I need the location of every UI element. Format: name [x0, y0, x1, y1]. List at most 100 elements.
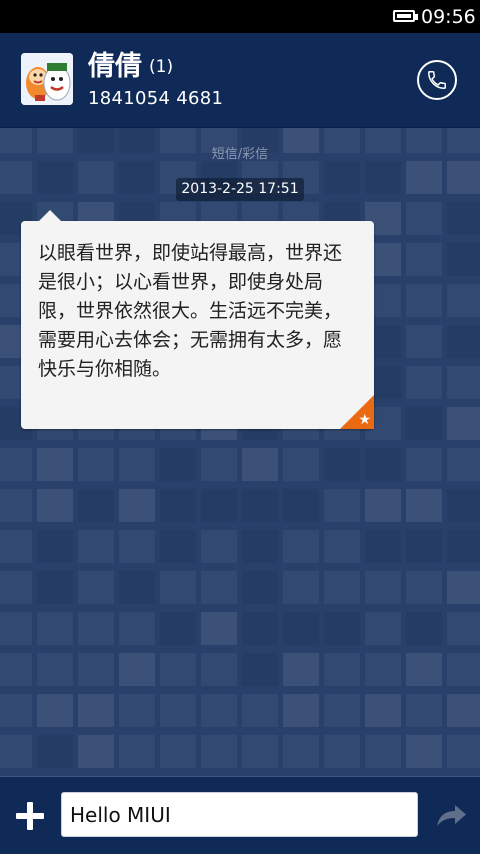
- background-tile: [406, 448, 442, 481]
- call-button[interactable]: [417, 60, 457, 100]
- message-thread[interactable]: 短信/彩信 2013-2-25 17:51 以眼看世界，即使站得最高，世界还是很…: [0, 128, 480, 776]
- status-bar: 09:56: [0, 0, 480, 33]
- contact-name: 倩倩: [88, 51, 142, 82]
- background-tile: [406, 243, 442, 276]
- background-tile: [324, 612, 360, 645]
- background-tile: [37, 571, 73, 604]
- background-tile: [119, 735, 155, 768]
- background-tile: [283, 530, 319, 563]
- background-tile: [78, 489, 114, 522]
- background-tile: [447, 161, 480, 194]
- background-tile: [37, 735, 73, 768]
- background-tile: [365, 571, 401, 604]
- background-tile: [37, 653, 73, 686]
- background-tile: [242, 530, 278, 563]
- background-tile: [201, 612, 237, 645]
- background-tile: [406, 694, 442, 727]
- background-tile: [406, 366, 442, 399]
- background-tile: [160, 612, 196, 645]
- background-tile: [37, 530, 73, 563]
- background-tile: [283, 571, 319, 604]
- background-tile: [119, 448, 155, 481]
- conversation-header: 倩倩 (1) 1841054 4681: [0, 33, 480, 128]
- background-tile: [447, 571, 480, 604]
- battery-icon: [393, 10, 418, 22]
- background-tile: [242, 448, 278, 481]
- background-tile: [201, 694, 237, 727]
- background-tile: [78, 530, 114, 563]
- composer-bar: [0, 776, 480, 854]
- background-tile: [201, 735, 237, 768]
- background-tile: [365, 161, 401, 194]
- background-tile: [0, 571, 32, 604]
- background-tile: [365, 448, 401, 481]
- background-tile: [37, 694, 73, 727]
- message-input[interactable]: [61, 792, 418, 837]
- background-tile: [160, 571, 196, 604]
- background-tile: [160, 653, 196, 686]
- background-tile: [242, 489, 278, 522]
- background-tile: [447, 489, 480, 522]
- status-time: 09:56: [421, 6, 476, 28]
- background-tile: [0, 694, 32, 727]
- background-tile: [0, 161, 32, 194]
- background-tile: [447, 612, 480, 645]
- background-tile: [201, 653, 237, 686]
- background-tile: [324, 653, 360, 686]
- background-tile: [324, 448, 360, 481]
- background-tile: [160, 489, 196, 522]
- favorite-badge[interactable]: ★: [340, 395, 374, 429]
- background-tile: [324, 489, 360, 522]
- background-tile: [406, 489, 442, 522]
- background-tile: [201, 571, 237, 604]
- background-tile: [406, 161, 442, 194]
- background-tile: [242, 653, 278, 686]
- background-tile: [37, 161, 73, 194]
- background-tile: [201, 489, 237, 522]
- background-tile: [447, 694, 480, 727]
- background-tile: [365, 653, 401, 686]
- background-tile: [242, 694, 278, 727]
- background-tile: [0, 530, 32, 563]
- send-arrow-icon: [437, 805, 466, 826]
- background-tile: [201, 530, 237, 563]
- background-tile: [119, 571, 155, 604]
- background-tile: [78, 571, 114, 604]
- background-tile: [0, 735, 32, 768]
- background-tile: [365, 735, 401, 768]
- send-button[interactable]: [433, 800, 469, 830]
- background-tile: [406, 325, 442, 358]
- background-tile: [324, 735, 360, 768]
- message-bubble[interactable]: 以眼看世界，即使站得最高，世界还是很小；以心看世界，即使身处局限，世界依然很大。…: [21, 210, 374, 429]
- background-tile: [119, 612, 155, 645]
- background-tile: [160, 448, 196, 481]
- background-tile: [78, 448, 114, 481]
- background-tile: [283, 612, 319, 645]
- background-tile: [78, 612, 114, 645]
- background-tile: [447, 243, 480, 276]
- background-tile: [406, 530, 442, 563]
- background-tile: [447, 735, 480, 768]
- add-attachment-button[interactable]: [16, 802, 44, 830]
- background-tile: [78, 694, 114, 727]
- background-tile: [160, 735, 196, 768]
- background-tile: [242, 571, 278, 604]
- background-tile: [406, 653, 442, 686]
- background-tile: [119, 694, 155, 727]
- background-tile: [37, 612, 73, 645]
- background-tile: [160, 530, 196, 563]
- background-tile: [447, 653, 480, 686]
- phone-icon: [428, 71, 446, 89]
- background-tile: [0, 448, 32, 481]
- message-type-label: 短信/彩信: [211, 147, 269, 162]
- background-tile: [119, 161, 155, 194]
- avatar-illustration-icon: [21, 53, 73, 105]
- background-tile: [447, 366, 480, 399]
- contact-phone-number: 1841054 4681: [88, 88, 224, 109]
- background-tile: [447, 325, 480, 358]
- contact-avatar[interactable]: [21, 53, 73, 105]
- background-tile: [406, 407, 442, 440]
- background-tile: [324, 161, 360, 194]
- background-tile: [447, 202, 480, 235]
- background-tile: [406, 571, 442, 604]
